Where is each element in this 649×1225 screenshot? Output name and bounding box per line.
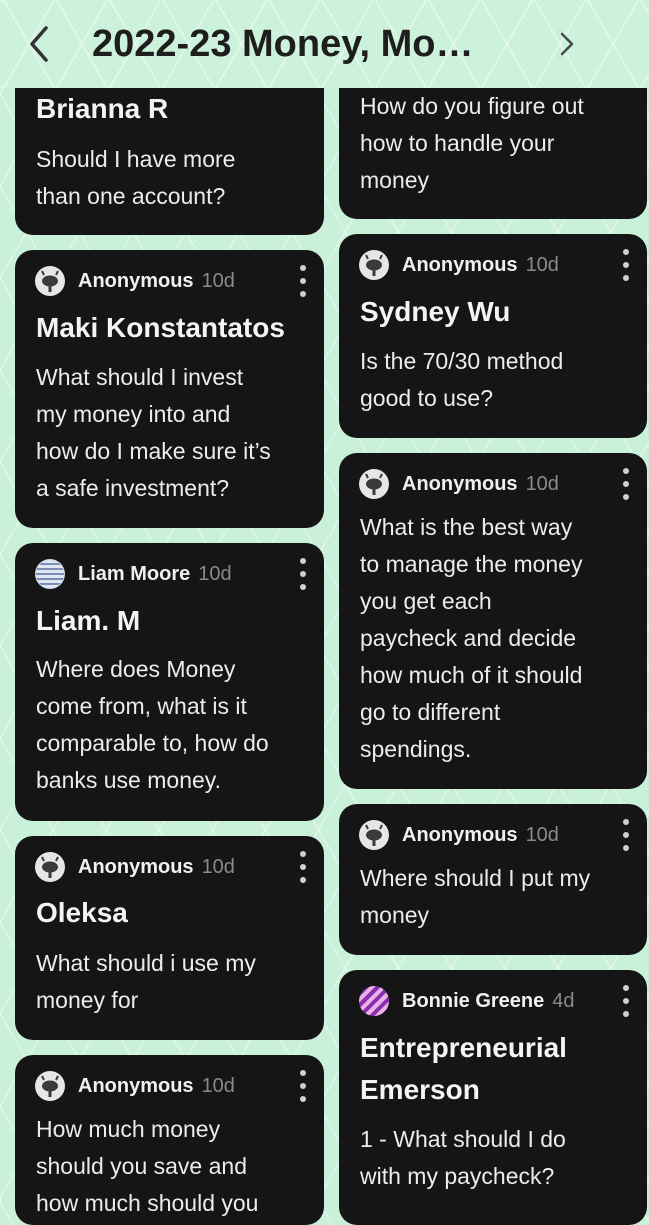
more-options-button[interactable] bbox=[294, 557, 312, 593]
post-age: 10d bbox=[525, 472, 559, 495]
post-age: 10d bbox=[525, 253, 559, 276]
post-author: Anonymous 10d bbox=[359, 248, 597, 282]
post-card[interactable]: Anonymous 10d Oleksa What should i use m… bbox=[15, 836, 324, 1040]
author-name: Anonymous bbox=[402, 823, 518, 846]
more-options-button[interactable] bbox=[294, 850, 312, 886]
post-body: Is the 70/30 method good to use? bbox=[360, 348, 564, 411]
more-options-button[interactable] bbox=[617, 248, 635, 284]
post-author: Liam Moore 10d bbox=[35, 557, 274, 591]
post-title: Liam. M bbox=[36, 605, 141, 636]
chevron-left-icon bbox=[30, 26, 48, 62]
post-body: What should i use my money for bbox=[36, 950, 256, 1013]
post-card[interactable]: Liam Moore 10d Liam. M Where does Money … bbox=[15, 543, 324, 821]
post-body: Where should I put my money bbox=[360, 865, 591, 928]
page-title: 2022-23 Money, Mo… bbox=[92, 23, 474, 65]
post-author: Bonnie Greene 4d bbox=[359, 984, 597, 1018]
post-body: How do you figure out how to handle your… bbox=[360, 93, 584, 193]
post-age: 4d bbox=[552, 989, 575, 1012]
post-body: How much money should you save and how m… bbox=[36, 1116, 259, 1216]
post-card[interactable]: Anonymous 10d Maki Konstantatos What sho… bbox=[15, 250, 324, 528]
post-title: Entrepreneurial Emerson bbox=[360, 1032, 567, 1105]
author-name: Liam Moore bbox=[78, 562, 191, 585]
author-name: Anonymous bbox=[78, 269, 194, 292]
more-options-button[interactable] bbox=[294, 1069, 312, 1105]
anonymous-avatar-icon bbox=[365, 473, 383, 495]
anonymous-avatar-icon bbox=[41, 1075, 59, 1097]
anonymous-avatar-icon bbox=[365, 824, 383, 846]
post-age: 10d bbox=[201, 269, 235, 292]
post-author: Anonymous 10d bbox=[35, 1069, 274, 1103]
avatar bbox=[35, 266, 65, 296]
anonymous-avatar-icon bbox=[41, 856, 59, 878]
post-title: Oleksa bbox=[36, 897, 128, 928]
post-card[interactable]: Anonymous 10d What is the best way to ma… bbox=[339, 453, 647, 789]
post-title: Brianna R bbox=[36, 93, 169, 124]
post-title: Maki Konstantatos bbox=[36, 312, 285, 343]
post-age: 10d bbox=[201, 1074, 235, 1097]
avatar bbox=[359, 820, 389, 850]
post-title: Sydney Wu bbox=[360, 296, 511, 327]
back-button[interactable] bbox=[22, 22, 56, 66]
avatar bbox=[359, 469, 389, 499]
more-options-button[interactable] bbox=[294, 264, 312, 300]
post-card[interactable]: Bonnie Greene 4d Entrepreneurial Emerson… bbox=[339, 970, 647, 1225]
anonymous-avatar-icon bbox=[41, 270, 59, 292]
top-bar: 2022-23 Money, Mo… bbox=[0, 0, 649, 88]
post-age: 10d bbox=[525, 823, 559, 846]
author-name: Bonnie Greene bbox=[402, 989, 545, 1012]
author-name: Anonymous bbox=[78, 1074, 194, 1097]
author-name: Anonymous bbox=[78, 855, 194, 878]
post-card[interactable]: Anonymous 10d Sydney Wu Is the 70/30 met… bbox=[339, 234, 647, 438]
anonymous-avatar-icon bbox=[365, 254, 383, 276]
author-name: Anonymous bbox=[402, 472, 518, 495]
more-options-button[interactable] bbox=[617, 984, 635, 1020]
forward-button[interactable] bbox=[552, 28, 580, 60]
post-body: 1 - What should I do with my paycheck? bbox=[360, 1126, 566, 1189]
post-author: Anonymous 10d bbox=[359, 467, 597, 501]
author-name: Anonymous bbox=[402, 253, 518, 276]
avatar bbox=[359, 986, 389, 1016]
post-body: What is the best way to manage the money… bbox=[360, 514, 583, 762]
post-body: Where does Money come from, what is it c… bbox=[36, 656, 269, 793]
avatar bbox=[359, 250, 389, 280]
avatar bbox=[35, 852, 65, 882]
more-options-button[interactable] bbox=[617, 818, 635, 854]
post-body: What should I invest my money into and h… bbox=[36, 364, 271, 501]
post-author: Anonymous 10d bbox=[35, 850, 274, 884]
post-author: Anonymous 10d bbox=[359, 818, 597, 852]
post-age: 10d bbox=[198, 562, 232, 585]
post-author: Anonymous 10d bbox=[35, 264, 274, 298]
post-body: Should I have more than one account? bbox=[36, 146, 236, 209]
more-options-button[interactable] bbox=[617, 467, 635, 503]
post-card[interactable]: Anonymous 10d Where should I put my mone… bbox=[339, 804, 647, 955]
avatar bbox=[35, 1071, 65, 1101]
post-age: 10d bbox=[201, 855, 235, 878]
avatar bbox=[35, 559, 65, 589]
chevron-right-icon bbox=[560, 32, 574, 56]
